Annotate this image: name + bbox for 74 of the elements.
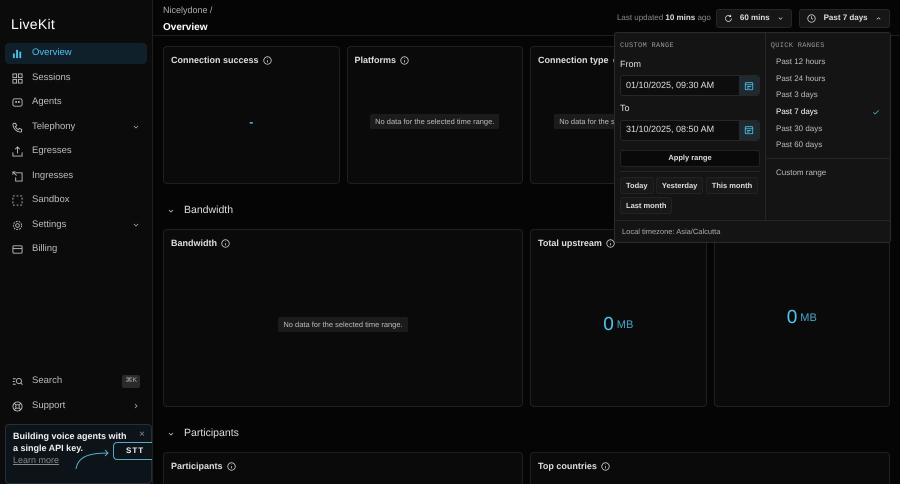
learn-more-link[interactable]: Learn more xyxy=(13,455,60,466)
info-icon xyxy=(400,56,410,66)
sidebar-item[interactable]: Sandbox xyxy=(5,190,147,211)
download-icon xyxy=(12,170,23,182)
stat-value: 0 xyxy=(786,306,798,330)
check-icon xyxy=(872,108,880,116)
breadcrumb-separator: / xyxy=(210,4,212,17)
chevron-down-icon xyxy=(167,207,175,215)
quick-range-option[interactable]: Past 3 days xyxy=(766,87,890,104)
close-button[interactable]: × xyxy=(139,427,145,442)
chevron-down-icon xyxy=(777,14,784,22)
search-icon xyxy=(12,376,23,387)
card-title: Connection success xyxy=(171,54,259,67)
field-label: To xyxy=(620,102,631,115)
refresh-icon xyxy=(724,14,733,23)
chevron-right-icon xyxy=(132,402,140,410)
card-icon xyxy=(12,244,23,255)
breadcrumb-link[interactable]: Nicelydone xyxy=(163,4,208,18)
clock-icon xyxy=(807,14,816,23)
card-title: Connection type xyxy=(538,54,609,67)
date-time-input[interactable]: 01/10/2025, 09:30 AM xyxy=(621,76,739,95)
robot-icon xyxy=(12,97,23,108)
dashed-square-icon xyxy=(12,195,23,206)
quick-range-option[interactable]: Past 30 days xyxy=(766,120,890,137)
logo[interactable]: LiveKit xyxy=(5,12,147,43)
date-time-field[interactable]: 31/10/2025, 08:50 AM xyxy=(620,120,760,140)
sidebar-item[interactable]: Telephony xyxy=(5,116,147,138)
quick-range-option[interactable]: Past 60 days xyxy=(766,136,890,154)
card-title: Total upstream xyxy=(538,237,602,250)
quick-range-option[interactable]: Past 7 days xyxy=(766,104,890,120)
support-button[interactable]: Support xyxy=(5,396,147,416)
card-title: Participants xyxy=(171,460,223,473)
gear-icon xyxy=(12,220,23,230)
calendar-icon[interactable] xyxy=(744,80,754,90)
section-header[interactable]: Participants xyxy=(167,424,890,444)
page-title: Overview xyxy=(163,20,208,34)
last-updated-text: Last updated 10 mins ago xyxy=(616,12,711,24)
lifebuoy-icon xyxy=(12,400,23,412)
phone-icon xyxy=(12,122,23,132)
quick-range-option[interactable]: Past 12 hours xyxy=(766,54,890,70)
info-icon xyxy=(600,462,610,472)
card-title: Top countries xyxy=(538,460,597,473)
refresh-interval-select[interactable]: 60 mins xyxy=(716,8,792,28)
card-title: Platforms xyxy=(354,54,396,67)
date-time-field[interactable]: 01/10/2025, 09:30 AM xyxy=(620,75,760,96)
info-icon xyxy=(221,239,230,248)
grid-icon xyxy=(12,72,23,84)
chevron-up-icon xyxy=(875,14,882,22)
info-icon xyxy=(226,462,236,472)
sidebar-item[interactable]: Settings xyxy=(5,214,147,236)
bar-chart-icon xyxy=(12,48,23,59)
stat-unit: MB xyxy=(800,310,817,326)
sidebar-item[interactable]: Billing xyxy=(5,239,147,260)
quick-range-option[interactable]: Custom range xyxy=(766,164,890,182)
stt-button[interactable]: STT xyxy=(113,442,152,460)
sidebar-item[interactable]: Overview xyxy=(5,43,147,64)
stat-value: 0 xyxy=(603,312,614,336)
quick-range-option[interactable]: Past 24 hours xyxy=(766,70,890,88)
field-label: From xyxy=(620,58,642,70)
upload-icon xyxy=(12,146,23,157)
chevron-down-icon xyxy=(132,221,140,229)
calendar-icon[interactable] xyxy=(744,125,754,135)
sidebar-item[interactable]: Ingresses xyxy=(5,166,147,186)
chevron-down-icon xyxy=(167,430,175,438)
sidebar-item[interactable]: Agents xyxy=(5,92,147,113)
sidebar-item[interactable]: Sessions xyxy=(5,68,147,88)
stat-unit: MB xyxy=(616,318,634,332)
info-icon xyxy=(606,239,615,248)
stat-value: - xyxy=(249,114,254,131)
chevron-down-icon xyxy=(132,123,140,131)
sidebar-item[interactable]: Egresses xyxy=(5,141,147,162)
info-icon xyxy=(262,56,272,66)
card-title: Bandwidth xyxy=(171,237,217,250)
time-range-button[interactable]: Past 7 days xyxy=(799,8,890,28)
